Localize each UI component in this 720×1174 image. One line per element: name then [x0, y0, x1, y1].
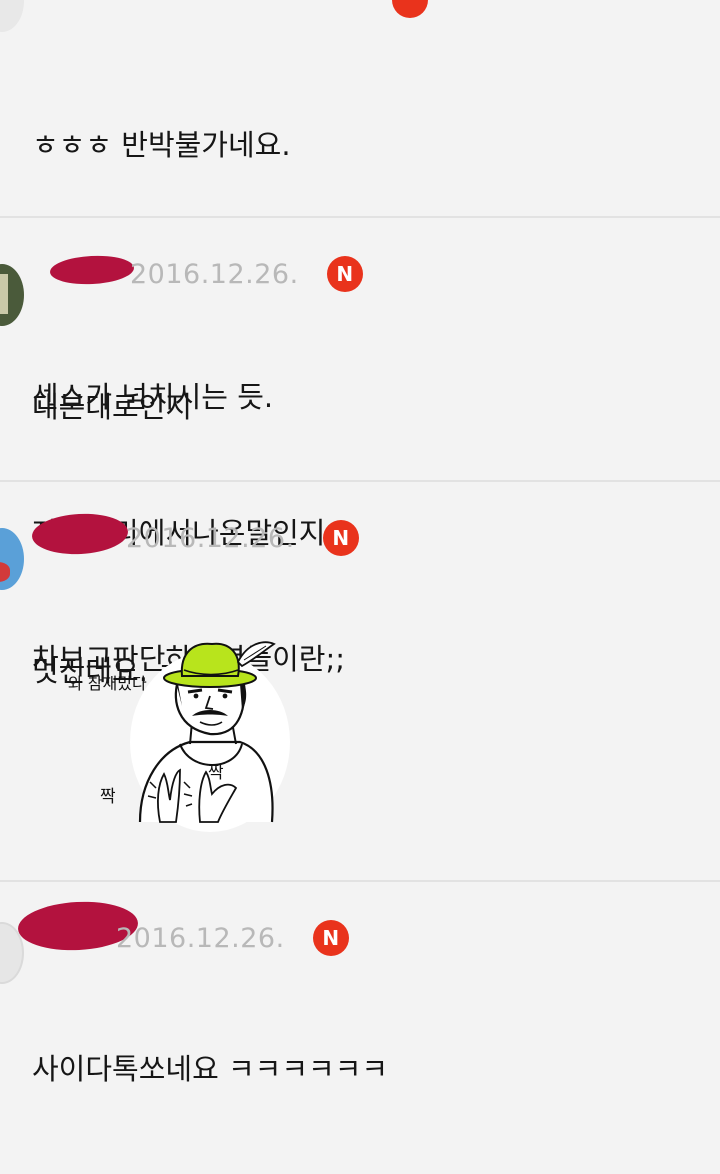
comment-line: 사이다톡쏘네요 ㅋㅋㅋㅋㅋㅋ [32, 1052, 389, 1086]
clapping-man-sticker: 와 참재밌다 짝 짝 [60, 632, 290, 832]
avatar[interactable] [0, 0, 24, 32]
redacted-author [31, 511, 129, 557]
comment-meta: 2016.12.26. N [116, 918, 349, 958]
sticker-clap-text-right: 짝 [208, 763, 224, 783]
comment-date: 2016.12.26. [126, 522, 295, 554]
new-badge: N [322, 520, 359, 556]
comment-line: 대본대로인지 [32, 390, 193, 424]
avatar[interactable] [0, 264, 24, 326]
new-badge: N [312, 920, 349, 956]
comment-item: 2016.12.26. N 멋진데요. ㅎ 와 참재밌다 짝 짝 [0, 482, 720, 880]
avatar[interactable] [0, 528, 24, 590]
clapping-man-illustration [130, 641, 290, 832]
sticker-clap-text-left: 짝 [100, 787, 116, 807]
comment-meta: 2016.12.26. N [130, 254, 363, 294]
sticker-speech-text: 와 참재밌다 [68, 674, 147, 693]
comment-line: ㅎㅎㅎ 반박불가네요. [32, 128, 291, 162]
new-badge: N [326, 256, 363, 292]
comment-date: 2016.12.26. [116, 922, 285, 954]
redacted-author [49, 253, 135, 287]
comment-body: 사이다톡쏘네요 ㅋㅋㅋㅋㅋㅋ [32, 964, 388, 1174]
comment-meta: 2016.12.26. N [126, 518, 359, 558]
comment-item: 2016.12.26. N 사이다톡쏘네요 ㅋㅋㅋㅋㅋㅋ [0, 882, 720, 1086]
new-badge [392, 0, 428, 18]
comment-date: 2016.12.26. [130, 258, 299, 290]
comment-item: ㅎㅎㅎ 반박불가네요. 센스가 넘치시는 듯. [0, 0, 720, 414]
comment-item: 2016.12.26. N 대본대로인지 자기머리에서나온말인지 차보고판단하는… [0, 218, 720, 676]
